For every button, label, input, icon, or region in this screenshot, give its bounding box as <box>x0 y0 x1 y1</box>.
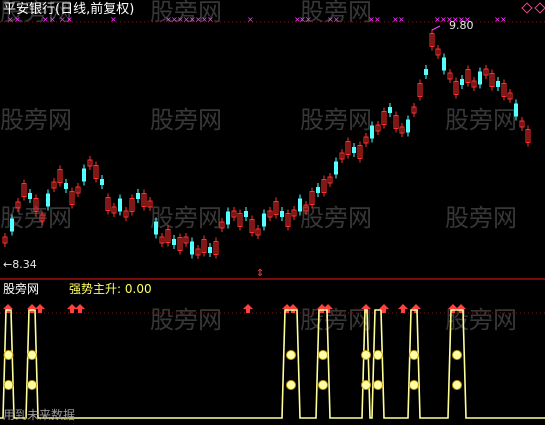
cross-marker: × <box>398 15 405 24</box>
coin-icon <box>27 380 37 390</box>
candle-body-down <box>190 241 194 255</box>
candle-body-down <box>154 221 158 235</box>
candle-body-down <box>388 107 392 113</box>
coin-icon <box>409 380 419 390</box>
watermark-text: 股旁网 <box>150 306 222 334</box>
up-arrow-icon <box>398 304 408 313</box>
candle-body-down <box>370 125 374 139</box>
up-arrow-icon <box>35 304 45 313</box>
high-marker-line <box>431 25 441 31</box>
candle-body-down <box>46 193 50 207</box>
watermark-text: 股旁网 <box>300 204 372 232</box>
coin-icon <box>286 380 296 390</box>
up-arrow-icon <box>75 304 85 313</box>
indicator-readout: 强势主升: 0.00 <box>69 283 152 295</box>
cross-marker: × <box>333 15 340 24</box>
candle-body-down <box>334 161 338 175</box>
watermark-text: 股旁网 <box>0 106 72 134</box>
cross-marker: × <box>374 15 381 24</box>
candle-body-down <box>208 247 212 253</box>
indicator-value: 0.00 <box>124 282 152 296</box>
candle-body-down <box>280 211 284 217</box>
cross-marker: × <box>247 15 254 24</box>
coin-icon <box>3 350 14 360</box>
cross-marker: × <box>207 15 214 24</box>
signal-line <box>0 309 545 419</box>
candle-body-down <box>82 168 86 182</box>
footer-note: 用到未来数据 <box>3 408 76 422</box>
watermark-text: 股旁网 <box>300 306 372 334</box>
coin-icon <box>3 380 14 390</box>
cross-marker: × <box>500 15 507 24</box>
coin-icon <box>286 350 296 360</box>
candle-body-down <box>226 211 230 225</box>
coin-icon <box>27 350 37 360</box>
candle-body-down <box>10 218 14 232</box>
watermark-text: 股旁网 <box>445 204 517 232</box>
candle-body-down <box>172 239 176 245</box>
candle-body-down <box>136 193 140 199</box>
indicator-label: 强势主升: <box>69 282 122 296</box>
candle-body-down <box>496 81 500 87</box>
candle-body-down <box>352 147 356 153</box>
up-arrow-icon <box>243 304 253 313</box>
candle-body-down <box>298 198 302 212</box>
indicator-source: 股旁网 <box>3 282 40 296</box>
signal-marker-icon: ⇕ <box>256 268 264 279</box>
candle-body-down <box>118 198 122 212</box>
candle-body-down <box>460 79 464 85</box>
candle-body-down <box>478 71 482 85</box>
chart-canvas: 股旁网 股旁网 股旁网股旁网 股旁网 股旁网 股旁网股旁网 股旁网 股旁网 股旁网股旁网 股旁网股… <box>0 0 545 419</box>
watermark-text: 股旁网 <box>150 204 222 232</box>
stock-title: 平安银行(日线,前复权) <box>3 2 135 17</box>
coin-icon <box>373 350 383 360</box>
high-price-label: 9.80 <box>449 19 474 32</box>
watermark-text: 股旁网 <box>445 106 517 134</box>
low-price-label: ←8.34 <box>3 258 37 271</box>
candle-body-down <box>406 119 410 133</box>
candle-body-down <box>262 213 266 227</box>
candle-body-down <box>514 103 518 117</box>
watermark-text: 股旁网 <box>150 106 222 134</box>
coin-icon <box>361 380 371 390</box>
coin-icon <box>373 380 383 390</box>
candle-body-down <box>64 183 68 189</box>
coin-icon <box>318 380 328 390</box>
up-arrow-icon <box>411 304 421 313</box>
cross-marker: × <box>305 15 312 24</box>
candle-body-down <box>28 193 32 199</box>
watermark-text: 股旁网 <box>300 106 372 134</box>
coin-icon <box>452 350 462 360</box>
coin-icon <box>452 380 462 390</box>
candle-body-down <box>424 69 428 75</box>
candle-body-down <box>316 187 320 193</box>
coin-icon <box>318 350 328 360</box>
candle-body-down <box>442 57 446 71</box>
candle-body-down <box>244 211 248 217</box>
coin-icon <box>361 350 371 360</box>
candle-body-down <box>100 179 104 185</box>
coin-icon <box>409 350 419 360</box>
